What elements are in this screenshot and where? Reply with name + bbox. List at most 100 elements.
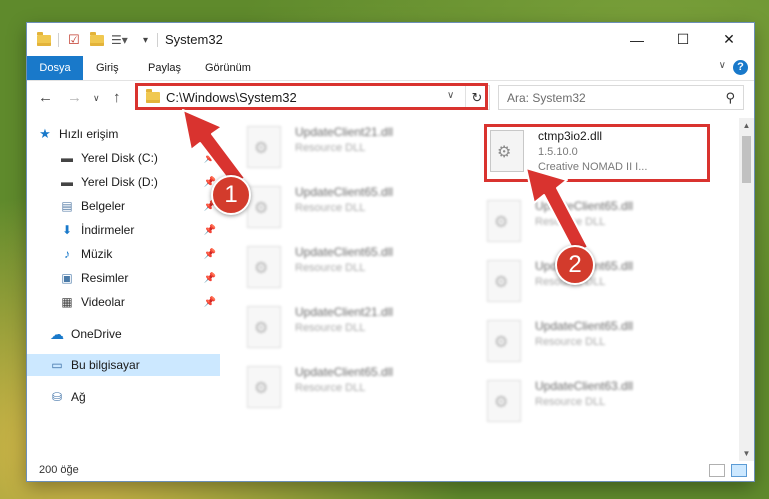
file-name: UpdateClient21.dll <box>295 305 394 319</box>
sidebar-item-label: Müzik <box>81 247 113 261</box>
forward-arrow-icon[interactable]: → <box>67 89 82 106</box>
cloud-icon: ☁ <box>50 325 64 342</box>
dll-file-icon: ⚙ <box>247 246 281 288</box>
file-tile[interactable]: ⚙ UpdateClient65.dll Resource DLL <box>247 242 472 297</box>
customize-icon[interactable]: ☰▾ <box>111 32 128 48</box>
help-icon[interactable]: ? <box>733 60 748 75</box>
address-path: C:\Windows\System32 <box>166 90 297 105</box>
properties-icon[interactable]: ☑ <box>68 32 80 48</box>
separator <box>157 32 158 48</box>
navigation-pane: ★ Hızlı erişim ▬ Yerel Disk (C:) 📌 ▬ Yer… <box>27 118 222 461</box>
tab-gorunum[interactable]: Görünüm <box>205 56 251 80</box>
window-title: System32 <box>165 32 223 47</box>
file-tile[interactable]: ⚙ UpdateClient63.dll Resource DLL <box>487 376 712 431</box>
file-name: UpdateClient65.dll <box>295 365 394 379</box>
folder-icon <box>146 89 160 103</box>
chevron-down-icon[interactable]: ∨ <box>719 60 726 71</box>
file-type: Resource DLL <box>295 382 366 394</box>
sidebar-item-drive-c[interactable]: ▬ Yerel Disk (C:) 📌 <box>59 147 220 169</box>
dll-file-icon: ⚙ <box>247 186 281 228</box>
search-placeholder: Ara: System32 <box>507 90 586 105</box>
file-tile[interactable]: ⚙ UpdateClient21.dll Resource DLL <box>247 302 472 357</box>
back-arrow-icon[interactable]: ← <box>38 89 53 106</box>
pin-icon: 📌 <box>203 152 216 164</box>
details-view-icon[interactable] <box>709 464 725 477</box>
pin-icon: 📌 <box>203 248 216 260</box>
up-arrow-icon[interactable]: ↑ <box>113 89 121 106</box>
tab-paylas[interactable]: Paylaş <box>148 56 181 80</box>
separator <box>58 32 59 48</box>
file-tile[interactable]: ⚙ UpdateClient21.dll Resource DLL <box>247 122 472 177</box>
refresh-icon[interactable]: ↻ <box>465 86 488 109</box>
tab-giris[interactable]: Giriş <box>96 56 119 80</box>
dll-file-icon: ⚙ <box>247 306 281 348</box>
videos-icon: ▦ <box>61 295 73 309</box>
file-tile[interactable]: ⚙ UpdateClient65.dll Resource DLL <box>247 362 472 417</box>
sidebar-item-label: Bu bilgisayar <box>71 358 140 372</box>
file-list: ⚙ UpdateClient21.dll Resource DLL ⚙ Upda… <box>222 118 739 461</box>
file-name: UpdateClient21.dll <box>295 125 394 139</box>
file-name: UpdateClient65.dll <box>535 319 634 333</box>
sidebar-item-belgeler[interactable]: ▤ Belgeler 📌 <box>59 195 220 217</box>
item-count: 200 öğe <box>39 464 79 476</box>
file-name: UpdateClient63.dll <box>535 379 634 393</box>
quick-access-dropdown-icon[interactable]: ▾ <box>143 32 148 48</box>
tab-dosya[interactable]: Dosya <box>27 56 83 80</box>
sidebar-item-network[interactable]: ⛁ Ağ <box>49 386 220 408</box>
sidebar-item-onedrive[interactable]: ☁ OneDrive <box>49 323 220 345</box>
sidebar-item-quick-access[interactable]: ★ Hızlı erişim <box>37 123 230 145</box>
sidebar-item-label: İndirmeler <box>81 223 135 237</box>
sidebar-item-label: OneDrive <box>71 327 122 341</box>
address-dropdown-icon[interactable]: ∨ <box>447 90 454 101</box>
new-folder-icon[interactable] <box>90 31 104 48</box>
scrollbar-thumb[interactable] <box>742 136 751 183</box>
sidebar-item-resimler[interactable]: ▣ Resimler 📌 <box>59 267 220 289</box>
file-highlight-box <box>484 124 710 182</box>
download-icon: ⬇ <box>61 223 73 237</box>
file-tile[interactable]: ⚙ UpdateClient65.dll Resource DLL <box>487 316 712 371</box>
tiles-view-icon[interactable] <box>731 464 747 477</box>
vertical-scrollbar[interactable]: ▲ ▼ <box>739 118 754 461</box>
address-bar[interactable]: C:\Windows\System32 <box>137 85 490 110</box>
file-tile[interactable]: ⚙ UpdateClient65.dll Resource DLL <box>247 182 472 237</box>
file-name: UpdateClient65.dll <box>295 245 394 259</box>
minimize-button[interactable]: — <box>614 23 660 56</box>
ribbon: Dosya Giriş Paylaş Görünüm ∨ ? <box>27 56 754 81</box>
sidebar-item-label: Yerel Disk (C:) <box>81 151 158 165</box>
scroll-up-icon[interactable]: ▲ <box>739 121 754 130</box>
sidebar-item-drive-d[interactable]: ▬ Yerel Disk (D:) 📌 <box>59 171 220 193</box>
close-button[interactable]: ✕ <box>706 23 752 56</box>
music-icon: ♪ <box>64 247 70 261</box>
recent-locations-icon[interactable]: ∨ <box>93 93 100 104</box>
explorer-window: ☑ ☰▾ ▾ System32 — ☐ ✕ Dosya Giriş Paylaş… <box>27 23 754 481</box>
scroll-down-icon[interactable]: ▼ <box>739 449 754 458</box>
drive-icon: ▬ <box>61 151 73 165</box>
file-tile[interactable]: ⚙ UpdateClient65.dll Resource DLL <box>487 196 712 251</box>
sidebar-item-videolar[interactable]: ▦ Videolar 📌 <box>59 291 220 313</box>
sidebar-item-indirmeler[interactable]: ⬇ İndirmeler 📌 <box>59 219 220 241</box>
dll-file-icon: ⚙ <box>487 380 521 422</box>
sidebar-item-label: Ağ <box>71 390 86 404</box>
pin-icon: 📌 <box>203 224 216 236</box>
search-input[interactable]: Ara: System32 ⚲ <box>498 85 744 110</box>
step-badge-2: 2 <box>555 245 595 285</box>
step-badge-1: 1 <box>211 175 251 215</box>
sidebar-item-label: Videolar <box>81 295 125 309</box>
sidebar-item-label: Resimler <box>81 271 129 285</box>
file-type: Resource DLL <box>535 336 606 348</box>
file-type: Resource DLL <box>535 216 606 228</box>
status-bar: 200 öğe <box>27 461 754 481</box>
file-tile[interactable]: ⚙ UpdateClient65.dll Resource DLL <box>487 256 712 311</box>
maximize-button[interactable]: ☐ <box>660 23 706 56</box>
star-icon: ★ <box>39 126 51 141</box>
file-type: Resource DLL <box>295 322 366 334</box>
sidebar-item-this-pc[interactable]: ▭ Bu bilgisayar <box>27 354 220 376</box>
dll-file-icon: ⚙ <box>247 126 281 168</box>
file-type: Resource DLL <box>295 262 366 274</box>
navigation-bar: ← → ∨ ↑ C:\Windows\System32 ∨ ↻ Ara: Sys… <box>27 81 754 115</box>
pin-icon: 📌 <box>203 272 216 284</box>
file-type: Resource DLL <box>295 202 366 214</box>
sidebar-item-muzik[interactable]: ♪ Müzik 📌 <box>59 243 220 265</box>
file-type: Resource DLL <box>295 142 366 154</box>
search-icon[interactable]: ⚲ <box>725 90 735 106</box>
